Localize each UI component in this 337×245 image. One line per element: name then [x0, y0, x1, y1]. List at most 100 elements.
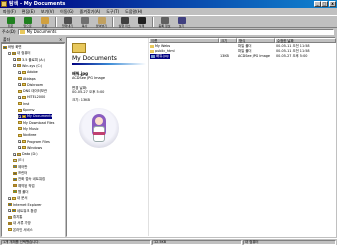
- folder-icon: [1, 1, 7, 7]
- trash-icon: [8, 215, 12, 219]
- tree-item[interactable]: 전화 접속 네트워킹: [13, 177, 45, 182]
- tree-item[interactable]: Kpcmv: [18, 108, 35, 113]
- folder-icon: [22, 70, 26, 74]
- tree-item[interactable]: - 내 컴퓨터: [8, 51, 31, 56]
- tree-item[interactable]: 온라인 서비스: [8, 228, 33, 233]
- tree-item[interactable]: + Windows: [18, 146, 42, 151]
- title-bar: 탐색 - My Documents _ □ x: [0, 0, 337, 8]
- column-type[interactable]: 형식: [237, 38, 275, 43]
- file-size-label: 크기: 13KB: [72, 98, 90, 102]
- toolbar-button-2[interactable]: 위로: [36, 16, 53, 28]
- cut-icon: [63, 17, 72, 24]
- toolbar-button-7[interactable]: 삭제: [133, 16, 150, 28]
- tree-item[interactable]: + Data (D:): [13, 152, 38, 157]
- maximize-button[interactable]: □: [321, 1, 328, 7]
- tree-item[interactable]: Ncdtree: [18, 133, 36, 138]
- column-size[interactable]: 크기: [219, 38, 237, 43]
- tree-item-label: Kpcmv: [23, 108, 35, 112]
- list-header: 이름 크기 형식 수정한 날짜: [149, 38, 336, 43]
- tree-item-label: Data (D:): [22, 152, 38, 157]
- status-location: 내 컴퓨터: [243, 240, 336, 245]
- selected-file-type: ACDSee JPG Image: [72, 76, 106, 80]
- tree-item[interactable]: My Download Files: [18, 121, 54, 126]
- tree-item[interactable]: 제어판: [13, 165, 27, 170]
- tree-item[interactable]: + My Documents: [18, 114, 53, 120]
- expand-icon[interactable]: +: [8, 196, 12, 200]
- menu-help[interactable]: 도움말(H): [125, 8, 142, 15]
- menu-go[interactable]: 이동(G): [60, 8, 74, 15]
- toolbar-button-1[interactable]: 앞으로: [19, 16, 36, 28]
- tree-item[interactable]: + Adobe: [18, 70, 38, 75]
- expand-icon[interactable]: +: [18, 140, 22, 144]
- tree-item-label: My Documents: [27, 114, 53, 119]
- tree-item[interactable]: Inst: [18, 102, 29, 107]
- folder-icon: [18, 77, 22, 80]
- toolbar-button-8[interactable]: 등록 정보: [156, 16, 173, 28]
- expand-icon[interactable]: +: [13, 58, 17, 62]
- status-bar: 1개 개체를 선택했습니다. 12.5KB 내 컴퓨터: [0, 238, 337, 245]
- network-icon: [13, 177, 17, 181]
- collapse-icon[interactable]: -: [8, 51, 11, 55]
- tree-item[interactable]: 예약된 작업: [13, 184, 35, 189]
- toolbar-button-3[interactable]: 잘라내기: [59, 16, 76, 28]
- toolbar-button-0[interactable]: 뒤로: [2, 16, 19, 28]
- tree-item[interactable]: + Diskroom: [18, 83, 43, 88]
- expand-icon[interactable]: +: [8, 209, 12, 213]
- image-preview: [79, 108, 119, 148]
- collapse-icon[interactable]: -: [13, 64, 16, 68]
- menu-file[interactable]: 파일(F): [3, 8, 16, 15]
- tree-item[interactable]: 바탕 화면: [3, 45, 22, 50]
- toolbar-button-9[interactable]: 보기: [173, 16, 190, 28]
- expand-icon[interactable]: +: [18, 83, 22, 87]
- folder-icon: [22, 95, 26, 99]
- views-icon: [177, 17, 186, 24]
- address-label: 주소(D): [2, 29, 16, 34]
- tree-item[interactable]: + HITEL2000: [18, 95, 45, 100]
- tree-item[interactable]: My Music: [18, 127, 39, 132]
- folder-tree: 바탕 화면 - 내 컴퓨터 +3.5 플로피 (A:) - Win-sys (C:) + Ad…: [1, 43, 65, 237]
- tree-item[interactable]: 휴지통: [8, 215, 22, 220]
- list-item[interactable]: 배워.jpg 13KB ACDSee JPG Image 00-05-27 오후 5:…: [149, 54, 336, 59]
- expand-icon[interactable]: +: [18, 146, 22, 150]
- file-name: 배워.jpg: [156, 54, 169, 58]
- expand-icon[interactable]: +: [13, 152, 17, 156]
- tree-item[interactable]: (E:): [13, 158, 24, 163]
- tree-item[interactable]: + Program Files: [18, 140, 50, 145]
- toolbar-button-5[interactable]: 붙여넣기: [93, 16, 110, 28]
- minimize-button[interactable]: _: [314, 1, 321, 7]
- address-value: My Documents: [26, 29, 57, 34]
- column-name[interactable]: 이름: [149, 38, 219, 43]
- cell-size: 13KB: [220, 54, 229, 58]
- menu-edit[interactable]: 편집(E): [22, 8, 35, 15]
- tree-item[interactable]: + 내 문서: [8, 196, 27, 201]
- panel-title: My Documents: [72, 55, 117, 62]
- toolbar-button-4[interactable]: 복사: [76, 16, 93, 28]
- close-button[interactable]: x: [329, 1, 336, 7]
- tree-item-label: 전화 접속 네트워킹: [18, 177, 46, 182]
- printer-icon: [13, 171, 17, 175]
- toolbar-button-6[interactable]: 실행 취소: [116, 16, 133, 28]
- status-size: 12.5KB: [152, 240, 242, 245]
- tree-item-label: 제어판: [18, 164, 28, 169]
- tree-item[interactable]: - Win-sys (C:): [13, 64, 42, 69]
- close-pane-icon[interactable]: ×: [59, 38, 64, 42]
- tree-item-label: DNS 데이터보관: [23, 89, 47, 94]
- tree-item[interactable]: DNS 데이터보관: [18, 89, 47, 94]
- menu-favorites[interactable]: 즐겨찾기(A): [80, 8, 101, 15]
- column-modified[interactable]: 수정한 날짜: [275, 38, 336, 43]
- tree-item[interactable]: 웹 폴더: [13, 190, 28, 195]
- expand-icon[interactable]: +: [18, 114, 22, 118]
- tree-item[interactable]: 프린터: [13, 171, 27, 176]
- expand-icon[interactable]: +: [18, 95, 22, 99]
- folder-icon: [22, 140, 26, 143]
- menu-tools[interactable]: 도구(T): [106, 8, 119, 15]
- tree-item[interactable]: + 네트워크 환경: [8, 209, 37, 214]
- cdrom-icon: [13, 158, 17, 162]
- menu-view[interactable]: 보기(V): [41, 8, 54, 15]
- address-input[interactable]: My Documents: [17, 29, 334, 35]
- tree-item[interactable]: Internet Explorer: [8, 203, 42, 208]
- expand-icon[interactable]: +: [18, 70, 22, 74]
- tree-item[interactable]: Atidaps: [18, 77, 36, 82]
- tree-item[interactable]: 내 서류 가방: [8, 221, 31, 226]
- tree-item[interactable]: +3.5 플로피 (A:): [13, 58, 45, 63]
